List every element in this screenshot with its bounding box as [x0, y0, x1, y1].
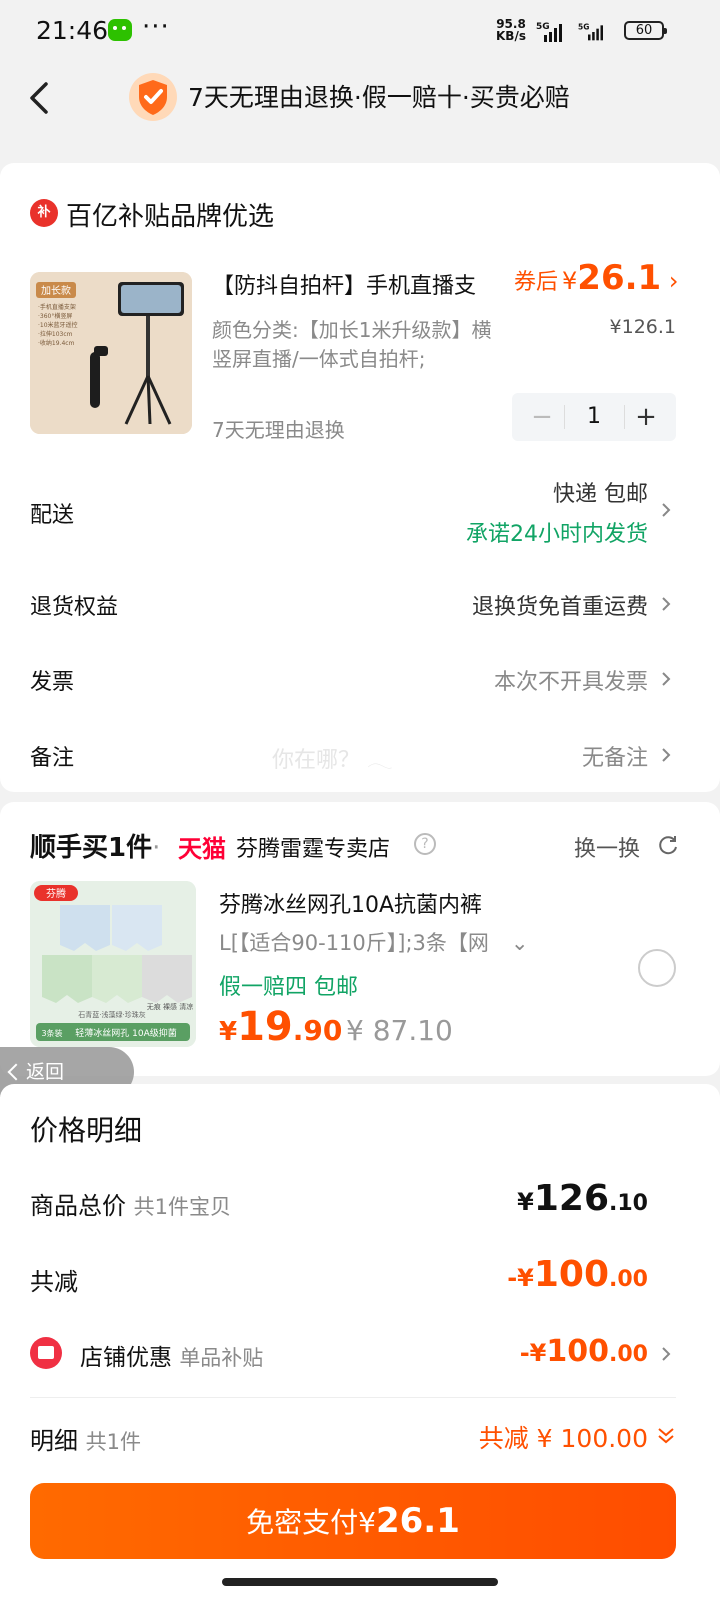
svg-text:5G: 5G: [536, 22, 550, 32]
price-detail-title: 价格明细: [30, 1114, 143, 1147]
increase-button[interactable]: +: [626, 393, 666, 441]
invoice-label: 发票: [30, 670, 75, 695]
signal-icon: 5G: [578, 23, 603, 41]
chevron-right-icon[interactable]: [658, 671, 674, 687]
original-price: ¥126.1: [609, 316, 676, 338]
network-speed: 95.8 KB/s: [496, 17, 526, 43]
quantity-value[interactable]: 1: [567, 393, 621, 441]
addon-product-price: ¥19.90: [219, 1004, 343, 1050]
svg-text:加长款: 加长款: [41, 284, 71, 297]
swap-button[interactable]: 换一换: [574, 831, 640, 863]
divider: [30, 1397, 676, 1398]
subtotal-label: 商品总价 共1件宝贝: [30, 1192, 232, 1220]
note-value[interactable]: 无备注: [582, 740, 648, 772]
svg-text:·收纳19.4cm: ·收纳19.4cm: [38, 339, 75, 347]
product-title[interactable]: 【防抖自拍杆】手机直播支: [212, 268, 476, 300]
addon-product-title[interactable]: 芬腾冰丝网孔10A抗菌内裤: [219, 887, 482, 919]
svg-text:3条装: 3条装: [41, 1028, 62, 1038]
chevron-right-icon[interactable]: [658, 1346, 674, 1362]
svg-text:5G: 5G: [578, 23, 589, 32]
decrease-button[interactable]: −: [522, 393, 562, 441]
floating-overlay-text: 你在哪？ 𓂃: [272, 748, 393, 773]
chevron-right-icon[interactable]: [658, 747, 674, 763]
delivery-promise: 承诺24小时内发货: [466, 522, 648, 547]
addon-original-price: ¥ 87.10: [346, 1014, 453, 1047]
addon-product-sku[interactable]: L[【适合90-110斤】];3条【网 ⌄: [219, 927, 529, 957]
home-indicator[interactable]: [222, 1578, 498, 1586]
status-time: 21:46: [36, 16, 109, 45]
quantity-stepper: − 1 +: [512, 393, 676, 441]
subsidy-badge-icon: 补: [30, 199, 58, 227]
info-icon[interactable]: ?: [414, 833, 436, 855]
double-chevron-down-icon[interactable]: [654, 1424, 678, 1448]
more-notifications-icon: ···: [142, 12, 170, 42]
store-name[interactable]: 芬腾雷霆专卖店: [236, 831, 390, 863]
svg-text:·手机直播支架: ·手机直播支架: [38, 303, 76, 311]
delivery-label: 配送: [30, 503, 75, 528]
svg-text:轻薄冰丝网孔 10A级抑菌: 轻薄冰丝网孔 10A级抑菌: [75, 1027, 176, 1039]
returns-label: 退货权益: [30, 595, 119, 620]
summary-label: 明细 共1件: [30, 1427, 142, 1455]
svg-text:石青蓝·浅藻绿·珍珠灰: 石青蓝·浅藻绿·珍珠灰: [78, 1010, 145, 1019]
addon-product-tags: 假一赔四 包邮: [219, 975, 358, 1000]
delivery-method[interactable]: 快递 包邮: [553, 476, 648, 508]
brand-section-title: 百亿补贴品牌优选: [66, 202, 275, 232]
svg-text:·拉伸103cm: ·拉伸103cm: [38, 330, 73, 338]
signal-icon: 5G: [536, 22, 562, 42]
invoice-value[interactable]: 本次不开具发票: [494, 664, 648, 696]
return-policy: 7天无理由退换: [212, 418, 345, 442]
guarantee-banner-title: 7天无理由退换·假一赔十·买贵必赔: [188, 83, 570, 112]
chevron-right-icon[interactable]: [658, 596, 674, 612]
discount-total-amount: -¥100.00: [507, 1254, 648, 1295]
addon-product-image[interactable]: 芬腾 石青蓝·浅藻绿·珍珠灰 无痕 裸感 清凉 3条装 轻薄冰丝网孔 10A级抑…: [30, 881, 196, 1047]
svg-text:·360°横竖屏: ·360°横竖屏: [38, 312, 72, 320]
summary-value[interactable]: 共减 ¥ 100.00: [479, 1419, 648, 1455]
svg-text:无痕 裸感 清凉: 无痕 裸感 清凉: [147, 1002, 193, 1011]
addon-brand: 顺手买1件·: [30, 833, 161, 863]
svg-text:芬腾: 芬腾: [46, 887, 66, 900]
returns-value[interactable]: 退换货免首重运费: [472, 589, 648, 621]
shop-discount-amount[interactable]: -¥100.00: [520, 1334, 648, 1369]
battery-icon: 60: [624, 21, 667, 40]
shop-icon: [30, 1337, 62, 1369]
product-image[interactable]: 加长款 ·手机直播支架 ·360°横竖屏 ·10米蓝牙遥控 ·拉伸103cm ·…: [30, 272, 192, 434]
tmall-logo: 天猫: [178, 835, 226, 863]
chevron-right-icon[interactable]: [658, 502, 674, 518]
wechat-icon: [108, 19, 132, 41]
addon-select-radio[interactable]: [638, 949, 676, 987]
shop-discount-label: 店铺优惠 单品补贴: [80, 1345, 264, 1371]
refresh-icon[interactable]: [656, 833, 680, 857]
product-variant[interactable]: 颜色分类:【加长1米升级款】横竖屏直播/一体式自拍杆;: [212, 316, 502, 374]
back-arrow-icon[interactable]: [26, 78, 66, 118]
subtotal-amount: ¥126.10: [517, 1178, 648, 1219]
pay-button[interactable]: 免密支付¥26.1: [30, 1483, 676, 1559]
coupon-price[interactable]: 券后 ¥26.1 ›: [514, 258, 678, 298]
discount-total-label: 共减: [30, 1268, 78, 1296]
note-label: 备注: [30, 746, 75, 771]
svg-text:·10米蓝牙遥控: ·10米蓝牙遥控: [38, 321, 78, 329]
shield-check-icon: [129, 73, 177, 121]
